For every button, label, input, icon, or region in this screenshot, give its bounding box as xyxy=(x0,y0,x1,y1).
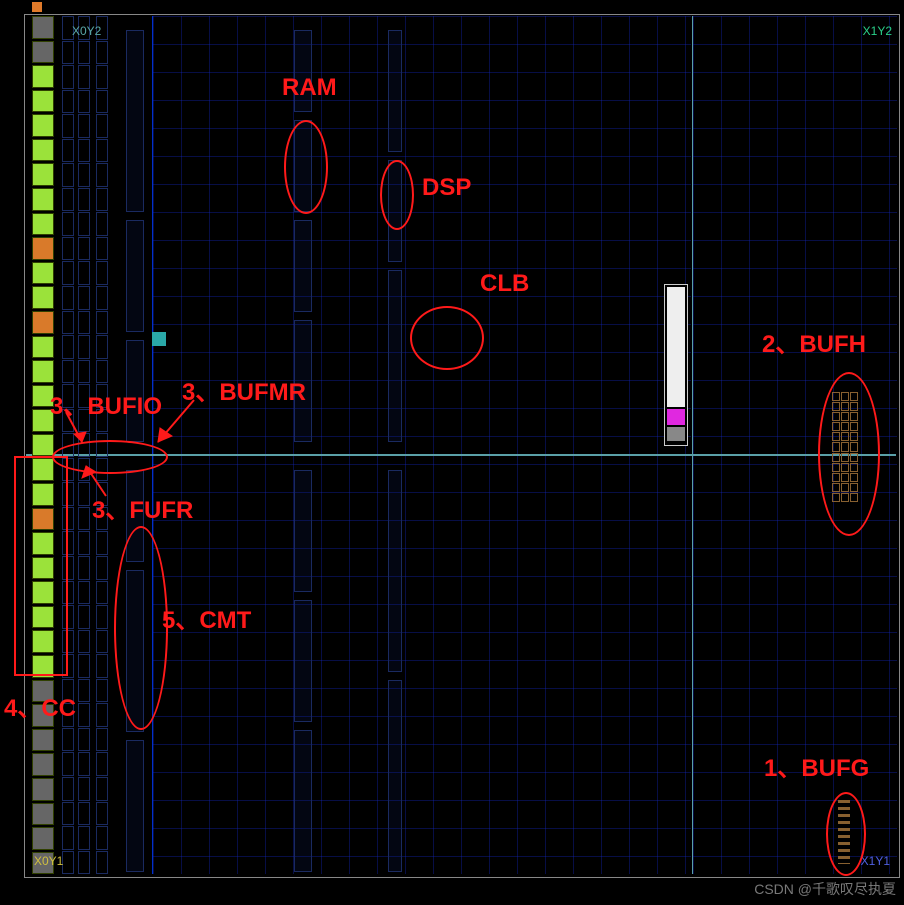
bufg-label: 1、BUFG xyxy=(764,748,869,783)
bufio-arrow-icon xyxy=(60,408,100,448)
bufmr-arrow-icon xyxy=(150,398,200,448)
region-coord-top-left: X0Y2 xyxy=(72,24,101,38)
teal-marker xyxy=(152,332,166,346)
dsp-block-3 xyxy=(388,270,402,442)
ram-ellipse xyxy=(284,120,328,214)
region-coord-top-right: X1Y2 xyxy=(863,24,892,38)
bufmr-label: 3、BUFMR xyxy=(182,372,306,407)
bram-block-7 xyxy=(294,730,312,872)
dsp-label: DSP xyxy=(422,174,471,202)
center-hard-block xyxy=(664,284,688,446)
bram-block-6 xyxy=(294,600,312,722)
hard-block-grey xyxy=(667,427,685,441)
fufr-arrow-icon xyxy=(78,460,118,500)
hard-block-magenta xyxy=(667,409,685,425)
dsp-block-5 xyxy=(388,680,402,872)
dsp-ellipse xyxy=(380,160,414,230)
clb-ellipse xyxy=(410,306,484,370)
watermark: CSDN @千歌叹尽执夏 xyxy=(754,879,896,899)
cmt-ellipse xyxy=(114,526,168,730)
cmt-block-bot xyxy=(126,740,144,872)
cmt-label: 5、CMT xyxy=(162,600,251,635)
ram-label: RAM xyxy=(282,74,337,102)
io-bank-column xyxy=(32,16,54,874)
clb-label: CLB xyxy=(480,270,529,298)
dsp-block-4 xyxy=(388,470,402,672)
hard-block-white xyxy=(667,287,685,407)
bram-block-5 xyxy=(294,470,312,592)
dsp-block-1 xyxy=(388,30,402,152)
bufh-ellipse xyxy=(818,372,880,536)
corner-marker-icon xyxy=(32,2,42,12)
region-coord-bottom-left: X0Y1 xyxy=(34,854,63,868)
clock-region-left-grid xyxy=(152,16,691,874)
cc-rect xyxy=(14,456,68,676)
bufh-label: 2、BUFH xyxy=(762,324,866,359)
bram-block-3 xyxy=(294,220,312,312)
region-coord-bottom-right: X1Y1 xyxy=(861,854,890,868)
bufg-ellipse xyxy=(826,792,866,876)
block-column-a xyxy=(126,30,144,212)
block-column-b xyxy=(126,220,144,332)
cc-label: 4、CC xyxy=(4,688,76,723)
